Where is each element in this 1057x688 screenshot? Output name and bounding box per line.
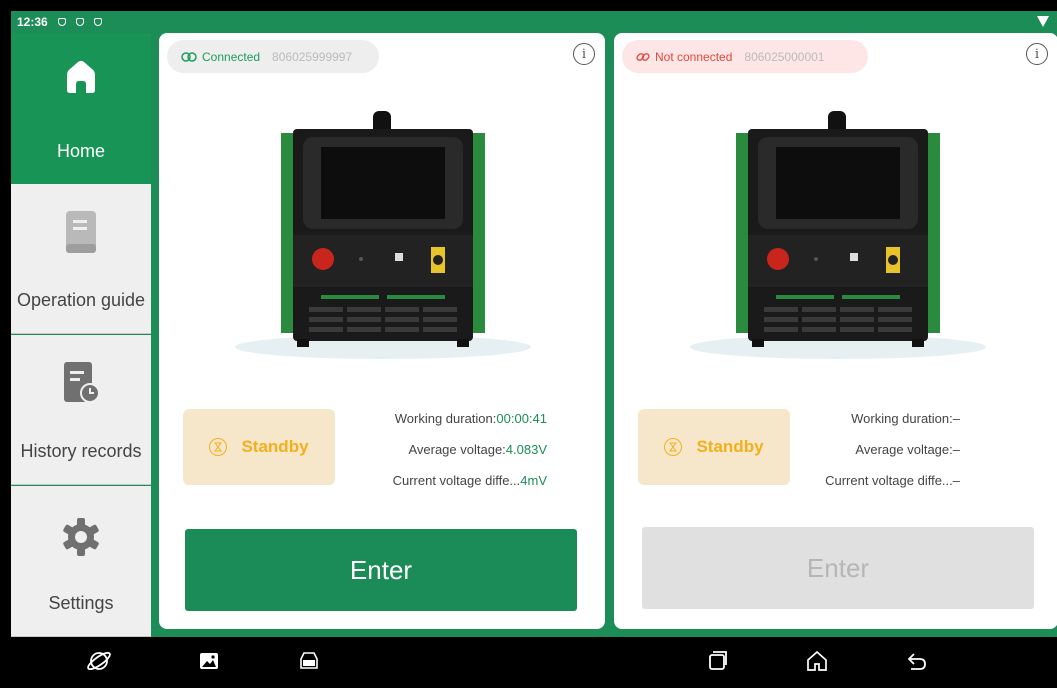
metric-average-voltage: Average voltage:– [825, 440, 960, 471]
metric-current-voltage-diff: Current voltage diffe...– [825, 471, 960, 502]
device-card-1: Connected 806025999997 i Standby Working… [159, 33, 605, 629]
status-text: Standby [696, 437, 764, 456]
connection-status-pill: Not connected 806025000001 [622, 40, 868, 73]
recent-apps-icon[interactable] [705, 649, 729, 673]
status-text: Standby [241, 437, 309, 456]
broken-link-icon [636, 52, 650, 61]
device-image [690, 111, 986, 359]
sidebar-item-history-records[interactable]: History records [11, 335, 151, 485]
info-icon[interactable]: i [1026, 43, 1048, 65]
device-screen: 12:36 Home Operation guide History recor… [0, 0, 1057, 688]
notification-shield-icon [57, 18, 66, 26]
metric-working-duration: Working duration:00:00:41 [393, 409, 547, 440]
metric-current-voltage-diff: Current voltage diffe...4mV [393, 471, 547, 502]
connection-status-text: Not connected [655, 49, 733, 64]
gear-icon [63, 518, 99, 556]
device-card-2: Not connected 806025000001 i Standby Wor… [614, 33, 1057, 629]
serial-number: 806025000001 [744, 49, 825, 64]
history-icon [64, 362, 100, 403]
connection-status-pill: Connected 806025999997 [167, 40, 379, 73]
status-badge: Standby [183, 409, 335, 485]
serial-number: 806025999997 [272, 49, 353, 64]
connection-status-text: Connected [202, 49, 261, 64]
notification-shield-icon [75, 18, 84, 26]
clock: 12:36 [17, 15, 48, 29]
sidebar-item-label: Settings [48, 593, 114, 613]
metric-value: – [952, 411, 960, 426]
metrics-list: Working duration:– Average voltage:– Cur… [825, 409, 960, 502]
home-icon [67, 60, 95, 93]
hourglass-icon [209, 438, 228, 456]
gallery-icon[interactable] [197, 649, 221, 673]
notification-shield-icon [93, 18, 102, 26]
book-icon [66, 211, 96, 253]
sidebar-item-label: History records [20, 441, 142, 461]
back-icon[interactable] [905, 649, 929, 673]
status-badge: Standby [638, 409, 790, 485]
device-image [235, 111, 531, 359]
metrics-list: Working duration:00:00:41 Average voltag… [393, 409, 547, 502]
sidebar-item-operation-guide[interactable]: Operation guide [11, 184, 151, 334]
hourglass-icon [664, 438, 683, 456]
sidebar-item-label: Operation guide [16, 290, 146, 310]
metric-value: – [952, 442, 960, 457]
browser-icon[interactable] [87, 649, 111, 673]
info-icon[interactable]: i [573, 43, 595, 65]
sidebar-item-label: Home [56, 141, 105, 161]
wifi-icon [1037, 16, 1049, 27]
sidebar-item-settings[interactable]: Settings [11, 486, 151, 637]
sidebar: Home Operation guide History records Set… [11, 33, 151, 637]
metric-value: 4.083V [505, 442, 547, 457]
metric-value: 00:00:41 [496, 411, 547, 426]
enter-button[interactable]: Enter [185, 529, 577, 611]
metric-label: Current voltage diffe... [392, 473, 521, 488]
system-nav-bar [1, 637, 1057, 688]
metric-value: – [952, 473, 960, 488]
enter-button-disabled[interactable]: Enter [642, 527, 1034, 609]
metric-label: Working duration: [851, 411, 953, 426]
metric-label: Average voltage: [855, 442, 953, 457]
metric-label: Working duration: [394, 411, 497, 426]
app-area: Home Operation guide History records Set… [11, 33, 1057, 637]
vci-icon[interactable] [297, 649, 321, 673]
metric-working-duration: Working duration:– [825, 409, 960, 440]
home-nav-icon[interactable] [805, 649, 829, 673]
link-icon [181, 51, 197, 62]
metric-value: 4mV [520, 473, 547, 488]
metric-label: Average voltage: [408, 442, 506, 457]
status-bar: 12:36 [11, 11, 1057, 33]
metric-average-voltage: Average voltage:4.083V [393, 440, 547, 471]
sidebar-item-home[interactable]: Home [11, 33, 151, 184]
metric-label: Current voltage diffe... [825, 473, 953, 488]
